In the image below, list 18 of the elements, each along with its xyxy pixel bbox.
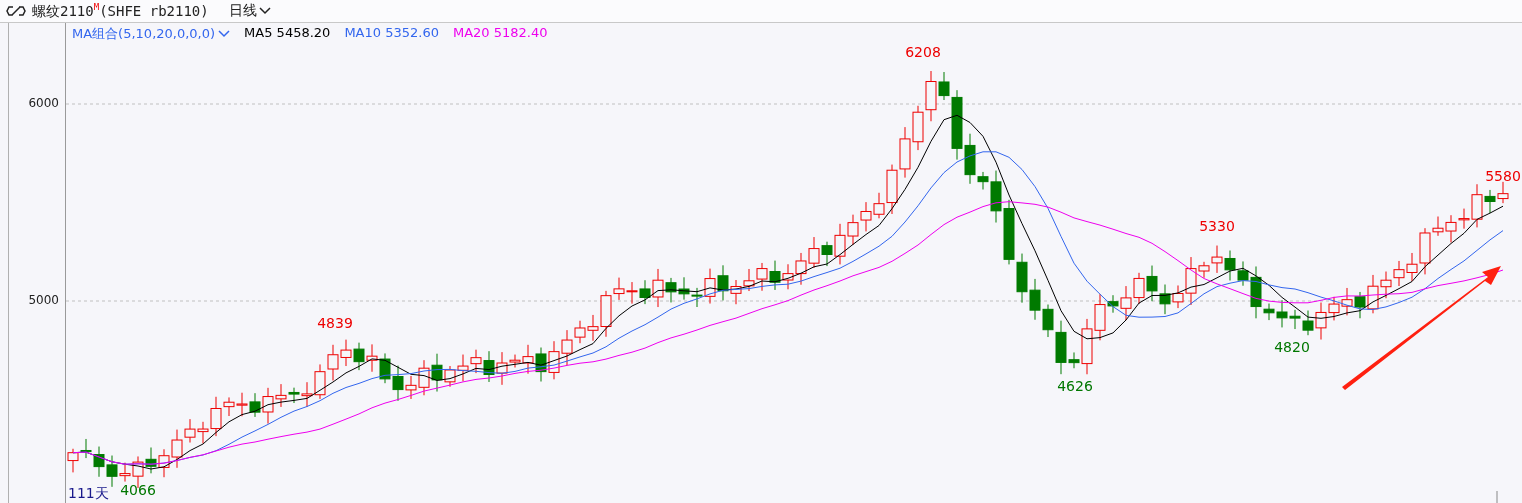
price-label: 4820	[1274, 339, 1310, 355]
axis-label: 6000	[28, 96, 59, 110]
price-label: 4626	[1057, 378, 1093, 394]
chevron-down-icon[interactable]	[258, 7, 271, 15]
period-label: 日线	[228, 2, 257, 20]
price-label: 4839	[317, 315, 353, 331]
period-dropdown[interactable]: 日线	[214, 2, 271, 20]
instrument-title: 螺纹2110$^{M}$(SHFE rb2110)	[32, 1, 209, 21]
price-label: 4066	[120, 482, 156, 498]
axis-label: 5000	[28, 293, 59, 307]
price-label: 5580	[1485, 168, 1521, 184]
indicator-value: MA20 5182.40	[452, 25, 548, 42]
indicator-value: MA10 5352.60	[344, 25, 439, 42]
day-count: 111天	[68, 485, 109, 503]
price-label: 5330	[1199, 218, 1235, 234]
indicator-value: MA5 5458.20	[244, 25, 331, 42]
price-label: 6208	[905, 44, 941, 60]
link-icon[interactable]	[6, 6, 26, 16]
